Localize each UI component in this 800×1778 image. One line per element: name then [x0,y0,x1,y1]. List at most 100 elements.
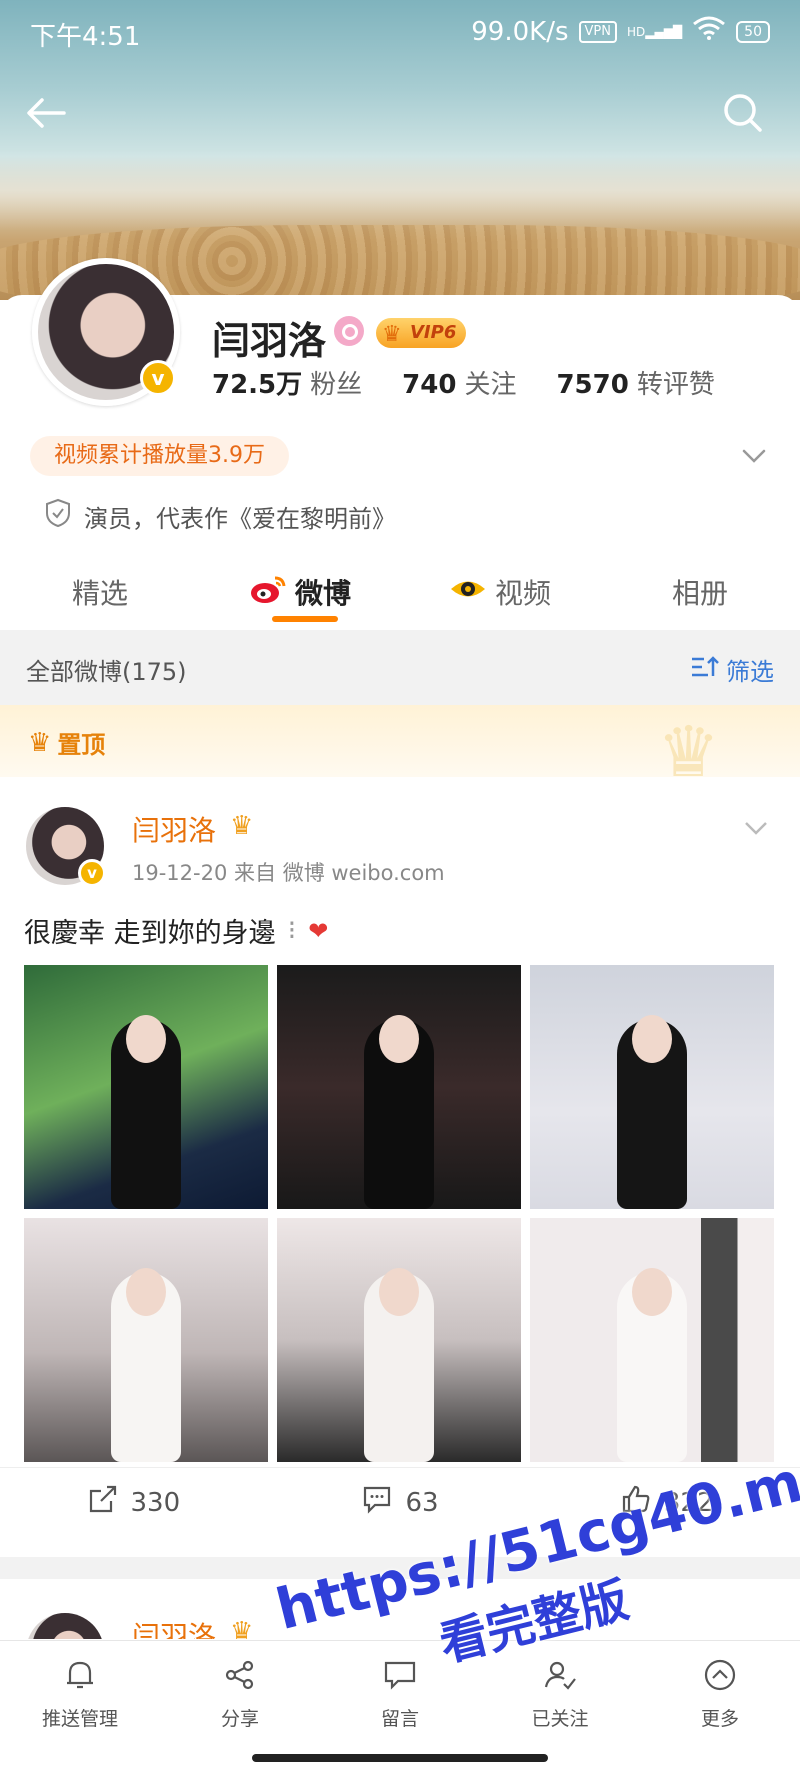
feed-filter-bar: 全部微博(175) 筛选 [0,630,800,705]
tab-video[interactable]: 视频 [400,556,600,628]
profile-stats: 72.5万 粉丝 740 关注 7570 转评赞 [212,364,715,401]
chevron-down-icon[interactable] [738,440,770,472]
wifi-icon [692,16,726,47]
profile-name: 闫羽洛 [212,319,327,363]
crown-icon: ♛ [382,322,402,347]
back-arrow-icon[interactable] [22,88,72,138]
post-date: 19-12-20 [132,861,228,885]
photo-grid [24,965,776,1462]
photo-thumb[interactable] [530,1218,774,1462]
vpn-icon: VPN [578,20,617,43]
filter-icon [690,654,720,686]
thumbs-up-icon [620,1483,652,1522]
filter-button[interactable]: 筛选 [690,652,774,687]
post-text-row: 很慶幸 走到妳的身邊 ⁝ ❤ [24,911,328,950]
tab-label: 微博 [294,577,351,610]
photo-thumb[interactable] [530,965,774,1209]
repost-icon [87,1483,119,1522]
share-icon [222,1657,258,1698]
message-icon [382,1657,418,1698]
verified-v-icon: v [78,859,106,887]
gender-badge-icon[interactable] [334,316,364,346]
shield-icon [44,498,72,534]
post-meta: 19-12-20 来自 微博 weibo.com [132,857,445,887]
photo-face [126,1268,166,1316]
photo-thumb[interactable] [277,965,521,1209]
photo-face [126,1015,166,1063]
pinned-header: ♛ 置顶 ♛ [0,705,800,793]
comment-button[interactable]: 63 [267,1468,534,1537]
stat-label: 关注 [464,370,517,400]
post-text: 很慶幸 走到妳的身邊 [24,918,276,949]
filter-label: 筛选 [726,658,774,686]
comment-count: 63 [405,1487,439,1518]
bell-settings-icon [62,1657,98,1698]
weibo-count: 全部微博(175) [26,658,187,686]
weibo-logo-icon [249,574,287,611]
photo-face [632,1015,672,1063]
bottom-label: 分享 [220,1708,259,1730]
post-source: 来自 微博 weibo.com [234,861,445,885]
video-plays-pill[interactable]: 视频累计播放量3.9万 [30,436,289,476]
tab-weibo[interactable]: 微博 [200,556,400,628]
weibo-post[interactable]: v 闫羽洛 ♛ 19-12-20 来自 微博 weibo.com 很慶幸 走到妳… [0,777,800,1557]
photo-face [379,1015,419,1063]
stat-label: 转评赞 [636,370,715,400]
like-button[interactable]: 322 [533,1468,800,1537]
pin-crown-icon: ♛ [28,727,52,758]
followed-check-icon [542,1657,578,1698]
photo-thumb[interactable] [277,1218,521,1462]
signal-icon: HD▂▄▆█ [626,24,683,39]
cover-sky-haze [0,150,800,230]
battery-icon: 50 [736,20,770,43]
weibo-post[interactable]: 闫羽洛 ♛ [0,1579,800,1639]
photo-thumb[interactable] [24,1218,268,1462]
more-up-icon [702,1657,738,1698]
hug-heart-icon: ❤ [308,916,329,945]
post-avatar[interactable] [26,1613,104,1639]
stat-following[interactable]: 740 关注 [402,364,516,401]
hd-label: HD [626,24,646,39]
stat-interactions[interactable]: 7570 转评赞 [556,364,714,401]
repost-button[interactable]: 330 [0,1468,267,1537]
push-settings-button[interactable]: 推送管理 [0,1641,160,1778]
more-button[interactable]: 更多 [640,1641,800,1778]
stat-fans[interactable]: 72.5万 粉丝 [212,364,362,401]
pinned-label-row: ♛ 置顶 [28,725,105,760]
member-crown-icon: ♛ [230,811,254,841]
bio-row: 演员，代表作《爱在黎明前》 [44,498,396,534]
vip-label: VIP6 [410,322,457,343]
bottom-label: 推送管理 [41,1708,118,1730]
stat-num: 72.5万 [212,370,303,400]
member-crown-icon: ♛ [230,1617,254,1639]
stat-num: 7570 [556,370,629,400]
net-speed: 99.0K/s [471,16,569,47]
home-indicator[interactable] [252,1754,548,1762]
stat-num: 740 [402,370,457,400]
like-count: 322 [663,1487,714,1518]
post-actions: 330 63 322 [0,1467,800,1537]
bio-text: 演员，代表作《爱在黎明前》 [84,504,396,533]
search-icon[interactable] [718,88,768,138]
status-right: 99.0K/s VPN HD▂▄▆█ 50 [471,16,770,47]
bottom-label: 已关注 [531,1708,589,1730]
post-author[interactable]: 闫羽洛 [132,1615,216,1639]
post-author[interactable]: 闫羽洛 [132,809,216,849]
bottom-label: 留言 [380,1708,419,1730]
tab-label: 精选 [71,577,128,610]
divider-dots-icon: ⁝ [287,915,297,946]
repost-count: 330 [130,1487,181,1518]
chevron-down-icon[interactable] [742,813,770,841]
tab-album[interactable]: 相册 [600,556,800,628]
photo-face [632,1268,672,1316]
vip-badge[interactable]: ♛ VIP6 [376,318,467,348]
post-separator [0,1557,800,1579]
profile-tabs: 精选 微博 视频 相册 [0,556,800,628]
tab-featured[interactable]: 精选 [0,556,200,628]
verified-v-icon: v [140,360,176,396]
stat-label: 粉丝 [310,370,363,400]
photo-thumb[interactable] [24,965,268,1209]
tab-label: 视频 [494,577,551,610]
photo-face [379,1268,419,1316]
status-time: 下午4:51 [30,22,141,52]
